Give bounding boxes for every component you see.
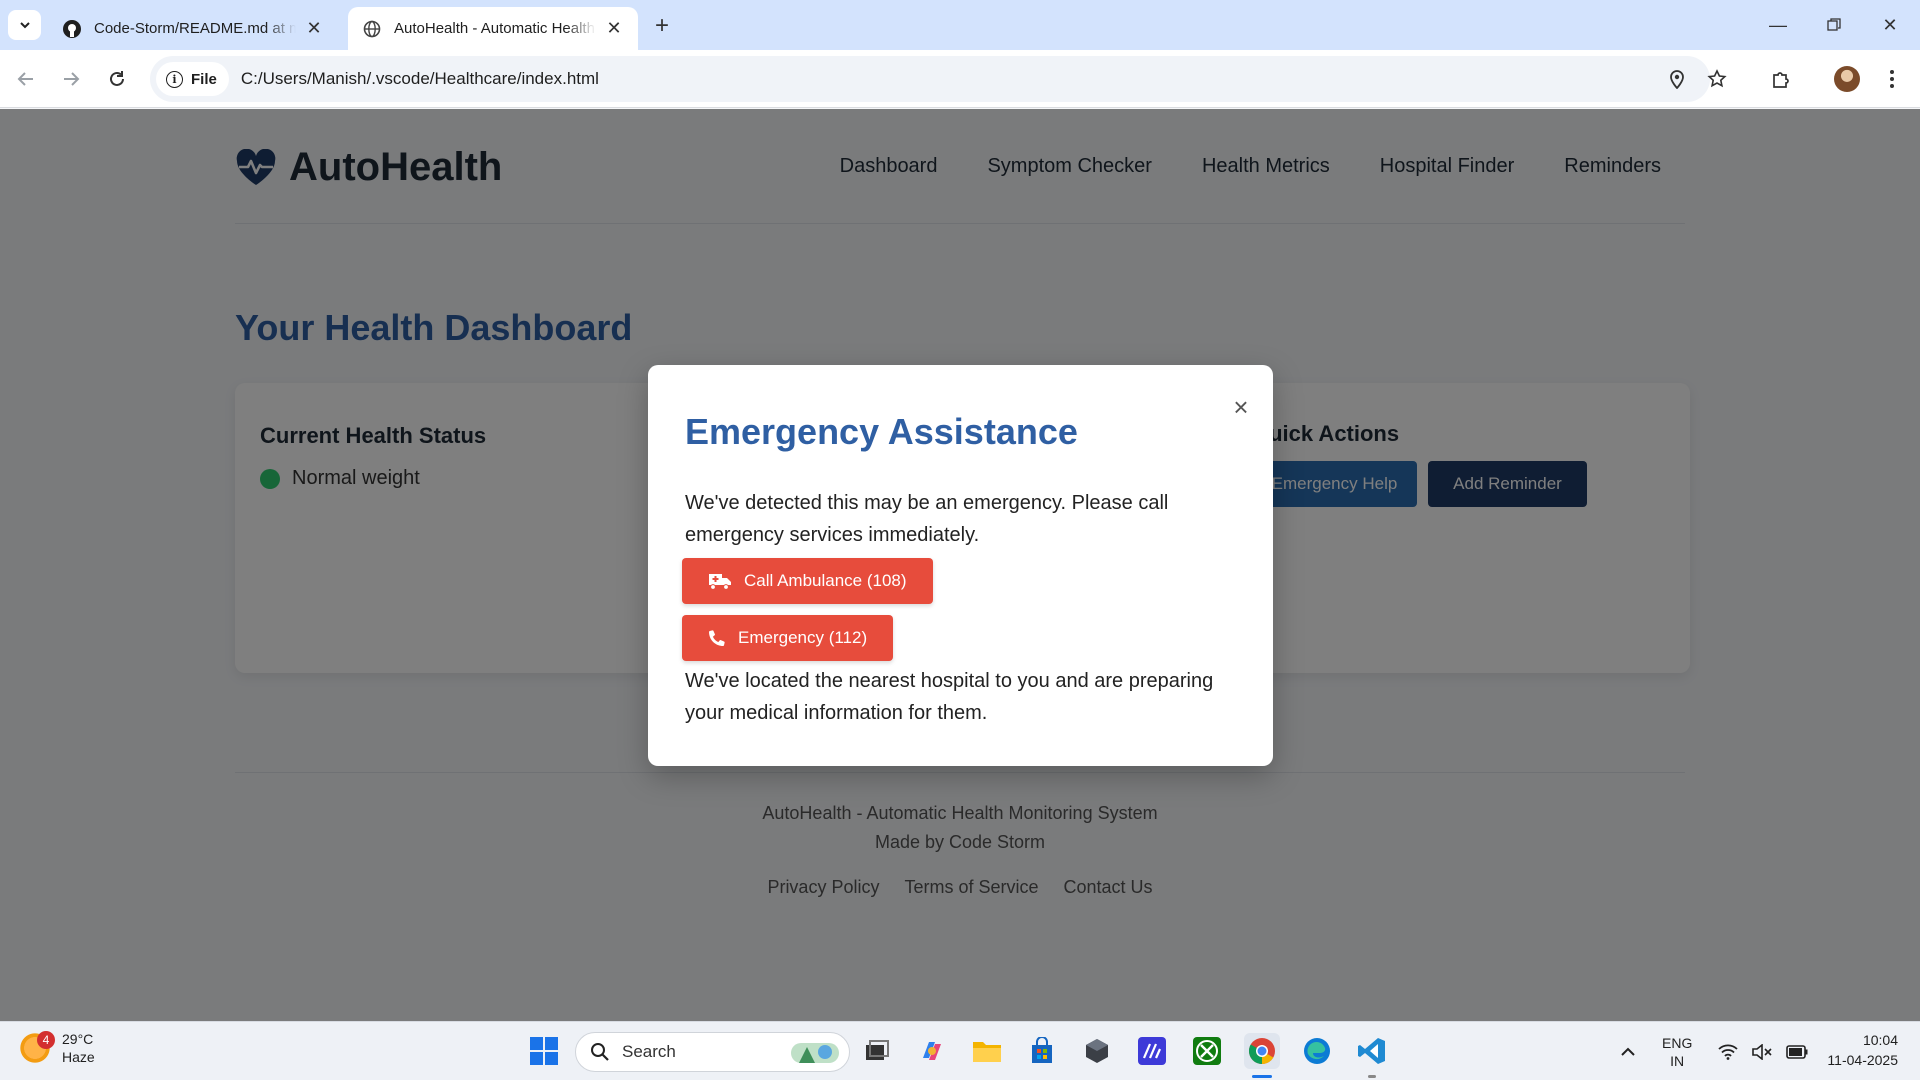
search-icon [591, 1043, 609, 1061]
system-tray-icons[interactable] [1718, 1022, 1808, 1080]
wifi-icon [1718, 1044, 1738, 1060]
tab-title: AutoHealth - Automatic Health [394, 20, 595, 37]
url-text[interactable]: C:/Users/Manish/.vscode/Healthcare/index… [241, 69, 599, 89]
close-tab-icon[interactable]: ✕ [304, 18, 324, 39]
info-icon: i [166, 70, 183, 88]
extensions-puzzle-icon[interactable] [1765, 63, 1797, 95]
notification-badge: 4 [37, 1031, 55, 1049]
new-tab-button[interactable]: + [648, 12, 676, 40]
call-ambulance-button[interactable]: Call Ambulance (108) [682, 558, 933, 604]
restore-icon[interactable] [1806, 0, 1862, 50]
windows-start-icon[interactable] [526, 1033, 562, 1069]
editor-app-icon[interactable] [1134, 1033, 1170, 1069]
location-pin-icon[interactable] [1665, 67, 1689, 91]
reload-icon[interactable] [101, 63, 133, 95]
profile-avatar[interactable] [1834, 66, 1860, 92]
emergency-call-button[interactable]: Emergency (112) [682, 615, 894, 661]
browser-toolbar: i File C:/Users/Manish/.vscode/Healthcar… [0, 50, 1920, 108]
ambulance-icon [709, 574, 731, 590]
browser-tab-github[interactable]: Code-Storm/README.md at main ✕ [48, 7, 338, 50]
globe-icon [362, 19, 382, 39]
search-placeholder: Search [622, 1042, 676, 1061]
site-info-chip[interactable]: i File [156, 62, 229, 96]
language-indicator[interactable]: ENG IN [1662, 1022, 1692, 1080]
search-highlight-icon [791, 1043, 839, 1063]
language-code: ENG [1662, 1034, 1693, 1051]
back-arrow-icon[interactable] [10, 63, 42, 95]
system-clock[interactable]: 10:04 11-04-2025 [1827, 1030, 1898, 1070]
task-view-icon[interactable] [859, 1033, 895, 1069]
close-window-icon[interactable]: ✕ [1862, 0, 1918, 50]
chrome-icon[interactable] [1244, 1033, 1280, 1069]
show-hidden-icons[interactable] [1620, 1022, 1636, 1080]
emergency-call-label: Emergency (112) [738, 628, 868, 647]
forward-arrow-icon[interactable] [55, 63, 87, 95]
more-menu-icon[interactable] [1876, 63, 1908, 95]
microsoft-store-icon[interactable] [1024, 1033, 1060, 1069]
taskbar-search[interactable]: Search [575, 1032, 850, 1072]
bookmark-star-icon[interactable] [1705, 67, 1729, 91]
phone-icon [708, 630, 725, 647]
battery-icon [1786, 1044, 1808, 1059]
vscode-running-indicator [1368, 1075, 1376, 1078]
modal-title: Emergency Assistance [685, 411, 1078, 452]
file-explorer-icon[interactable] [969, 1033, 1005, 1069]
github-icon [62, 19, 82, 39]
weather-text: 29°C Haze [62, 1030, 95, 1066]
browser-tab-autohealth[interactable]: AutoHealth - Automatic Health ✕ [348, 7, 638, 50]
address-bar[interactable]: i File C:/Users/Manish/.vscode/Healthcar… [150, 56, 1727, 102]
web-page: AutoHealth Dashboard Symptom Checker Hea… [0, 109, 1920, 1021]
weather-widget[interactable]: 4 29°C Haze [18, 1030, 95, 1066]
copilot-icon[interactable] [914, 1033, 950, 1069]
edge-icon[interactable] [1299, 1033, 1335, 1069]
clock-time: 10:04 [1862, 1032, 1898, 1048]
call-ambulance-label: Call Ambulance (108) [744, 571, 907, 590]
scheme-label: File [191, 70, 217, 88]
emergency-modal: Emergency Assistance × We've detected th… [648, 365, 1273, 766]
xbox-icon[interactable] [1189, 1033, 1225, 1069]
chrome-active-indicator [1252, 1075, 1272, 1078]
vscode-icon[interactable] [1354, 1033, 1390, 1069]
clock-date: 11-04-2025 [1827, 1052, 1898, 1068]
volume-muted-icon [1752, 1043, 1772, 1060]
tab-search-button[interactable] [8, 10, 41, 40]
modal-message: We've detected this may be an emergency.… [685, 492, 1169, 546]
modal-footer-text: We've located the nearest hospital to yo… [685, 670, 1214, 724]
region-code: IN [1670, 1052, 1685, 1069]
windows-taskbar: 4 29°C Haze Search ENG IN 10:04 11-04-20… [0, 1021, 1920, 1080]
chevron-up-icon [1621, 1047, 1635, 1056]
tab-title: Code-Storm/README.md at main [94, 20, 296, 37]
app-hexagon-icon[interactable] [1079, 1033, 1115, 1069]
weather-temp: 29°C [62, 1031, 94, 1047]
close-icon[interactable]: × [1229, 392, 1253, 422]
browser-tab-bar: Code-Storm/README.md at main ✕ AutoHealt… [0, 0, 1920, 50]
weather-condition: Haze [62, 1049, 95, 1065]
minimize-icon[interactable]: — [1750, 0, 1806, 50]
chevron-down-icon [19, 22, 30, 29]
close-tab-icon[interactable]: ✕ [604, 18, 624, 39]
